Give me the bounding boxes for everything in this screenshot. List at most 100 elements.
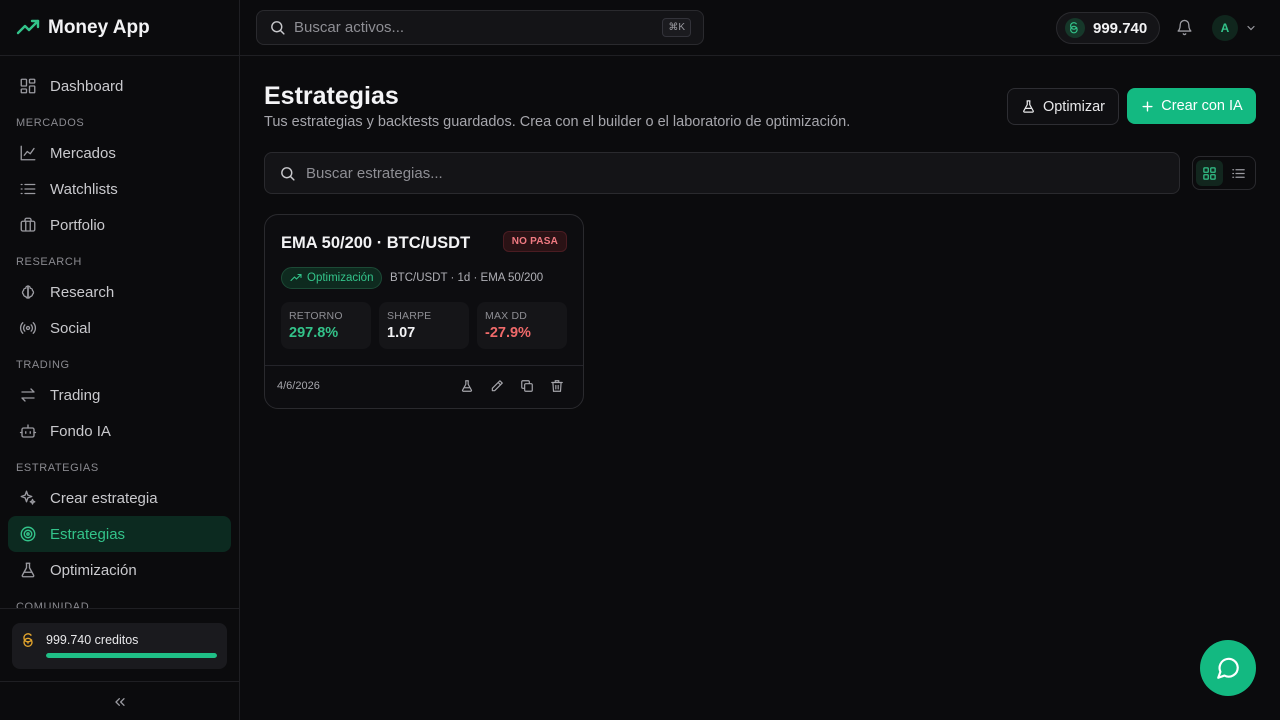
bot-icon bbox=[18, 421, 38, 441]
arrows-exchange-icon bbox=[18, 385, 38, 405]
create-button-label: Crear con IA bbox=[1161, 98, 1243, 114]
sidebar-item-label: Portfolio bbox=[50, 216, 106, 234]
chevron-down-icon[interactable] bbox=[1245, 22, 1257, 34]
bell-icon[interactable] bbox=[1176, 19, 1193, 36]
sidebar-item-label: Trading bbox=[50, 386, 101, 404]
credits-progress bbox=[46, 653, 217, 658]
sidebar-item-watchlists[interactable]: Watchlists bbox=[8, 171, 231, 207]
strategy-card[interactable]: EMA 50/200 · BTC/USDT NO PASA Optimizaci… bbox=[264, 214, 584, 409]
message-circle-icon bbox=[1215, 655, 1241, 681]
line-chart-icon bbox=[18, 143, 38, 163]
copy-icon[interactable] bbox=[519, 378, 535, 394]
metric-label: SHARPE bbox=[387, 310, 432, 322]
flask-icon[interactable] bbox=[459, 378, 475, 394]
search-icon bbox=[269, 19, 286, 36]
card-actions bbox=[459, 378, 565, 394]
section-trading: TRADING bbox=[16, 359, 70, 371]
metric-retorno: RETORNO 297.8% bbox=[281, 302, 371, 349]
strategy-tag: Optimización bbox=[281, 267, 383, 289]
brand[interactable]: Money App bbox=[0, 0, 239, 56]
sidebar-item-research[interactable]: Research bbox=[8, 274, 231, 310]
sidebar-item-label: Social bbox=[50, 319, 91, 337]
section-comunidad: COMUNIDAD bbox=[16, 601, 90, 608]
dashboard-icon bbox=[18, 76, 38, 96]
sparkles-icon bbox=[18, 488, 38, 508]
sidebar-item-label: Watchlists bbox=[50, 180, 118, 198]
section-estrategias: ESTRATEGIAS bbox=[16, 462, 99, 474]
flask-icon bbox=[18, 560, 38, 580]
sidebar-item-trading[interactable]: Trading bbox=[8, 377, 231, 413]
optimize-button[interactable]: Optimizar bbox=[1007, 88, 1119, 125]
strategy-search[interactable] bbox=[264, 152, 1180, 194]
strategy-search-input[interactable] bbox=[306, 164, 1179, 182]
sidebar-item-label: Fondo IA bbox=[50, 422, 111, 440]
balance-pill[interactable]: 999.740 bbox=[1056, 12, 1160, 44]
trending-up-icon bbox=[16, 16, 40, 40]
sidebar-item-fondo-ia[interactable]: Fondo IA bbox=[8, 413, 231, 449]
page-subtitle: Tus estrategias y backtests guardados. C… bbox=[264, 114, 851, 130]
chevrons-left-icon bbox=[112, 694, 128, 710]
sidebar-item-social[interactable]: Social bbox=[8, 310, 231, 346]
avatar[interactable]: A bbox=[1212, 15, 1238, 41]
grid-view-button[interactable] bbox=[1196, 160, 1223, 186]
sidebar-item-mercados[interactable]: Mercados bbox=[8, 135, 231, 171]
metric-value: 297.8% bbox=[289, 325, 339, 341]
metric-label: MAX DD bbox=[485, 310, 528, 322]
strategy-date: 4/6/2026 bbox=[277, 380, 320, 392]
strategy-tag-label: Optimización bbox=[307, 272, 374, 284]
sidebar-item-crear-estrategia[interactable]: Crear estrategia bbox=[8, 480, 231, 516]
flask-icon bbox=[1021, 99, 1036, 114]
page-title: Estrategias bbox=[264, 82, 399, 110]
create-with-ai-button[interactable]: Crear con IA bbox=[1127, 88, 1256, 124]
sidebar-item-label: Optimización bbox=[50, 561, 137, 579]
card-divider bbox=[265, 365, 583, 366]
global-search[interactable]: ⌘K bbox=[256, 10, 704, 45]
strategy-title: EMA 50/200 · BTC/USDT bbox=[281, 234, 471, 252]
view-toggle bbox=[1192, 156, 1256, 190]
credits-progress-fill bbox=[46, 653, 217, 658]
sidebar: Money App Dashboard MERCADOS Mercados Wa… bbox=[0, 0, 240, 720]
section-mercados: MERCADOS bbox=[16, 117, 85, 129]
credits-label: 999.740 creditos bbox=[46, 633, 139, 647]
list-icon bbox=[1231, 166, 1246, 181]
metric-value: 1.07 bbox=[387, 325, 416, 341]
radio-icon bbox=[18, 318, 38, 338]
global-search-input[interactable] bbox=[294, 19, 655, 36]
trash-icon[interactable] bbox=[549, 378, 565, 394]
sidebar-item-label: Estrategias bbox=[50, 525, 126, 543]
briefcase-icon bbox=[18, 215, 38, 235]
sidebar-item-label: Dashboard bbox=[50, 77, 124, 95]
coins-icon bbox=[22, 633, 38, 649]
optimize-button-label: Optimizar bbox=[1042, 98, 1106, 115]
metric-sharpe: SHARPE 1.07 bbox=[379, 302, 469, 349]
list-view-button[interactable] bbox=[1225, 160, 1252, 186]
section-research: RESEARCH bbox=[16, 256, 82, 268]
list-icon bbox=[18, 179, 38, 199]
search-shortcut: ⌘K bbox=[662, 18, 691, 37]
metric-label: RETORNO bbox=[289, 310, 343, 322]
status-badge: NO PASA bbox=[502, 231, 567, 252]
sidebar-item-dashboard[interactable]: Dashboard bbox=[8, 68, 231, 104]
search-icon bbox=[279, 165, 296, 182]
sidebar-item-estrategias[interactable]: Estrategias bbox=[8, 516, 231, 552]
main-content: Estrategias Tus estrategias y backtests … bbox=[240, 56, 1280, 720]
grid-icon bbox=[1202, 166, 1217, 181]
sidebar-item-portfolio[interactable]: Portfolio bbox=[8, 207, 231, 243]
plus-icon bbox=[1140, 99, 1155, 114]
topbar: ⌘K 999.740 A bbox=[240, 0, 1280, 56]
sidebar-nav: Dashboard MERCADOS Mercados Watchlists P… bbox=[0, 56, 239, 608]
sidebar-item-label: Crear estrategia bbox=[50, 489, 158, 507]
pencil-icon[interactable] bbox=[489, 378, 505, 394]
brain-icon bbox=[18, 282, 38, 302]
strategy-meta: BTC/USDT · 1d · EMA 50/200 bbox=[390, 272, 544, 284]
trending-up-icon bbox=[290, 272, 302, 284]
chat-button[interactable] bbox=[1200, 640, 1256, 696]
collapse-sidebar-button[interactable] bbox=[0, 681, 239, 720]
coins-icon bbox=[1065, 18, 1085, 38]
sidebar-item-label: Research bbox=[50, 283, 115, 301]
credits-widget[interactable]: 999.740 creditos bbox=[12, 623, 227, 669]
balance-value: 999.740 bbox=[1093, 19, 1148, 37]
metric-value: -27.9% bbox=[485, 325, 531, 341]
sidebar-item-optimizacion[interactable]: Optimización bbox=[8, 552, 231, 588]
brand-name: Money App bbox=[48, 16, 150, 38]
